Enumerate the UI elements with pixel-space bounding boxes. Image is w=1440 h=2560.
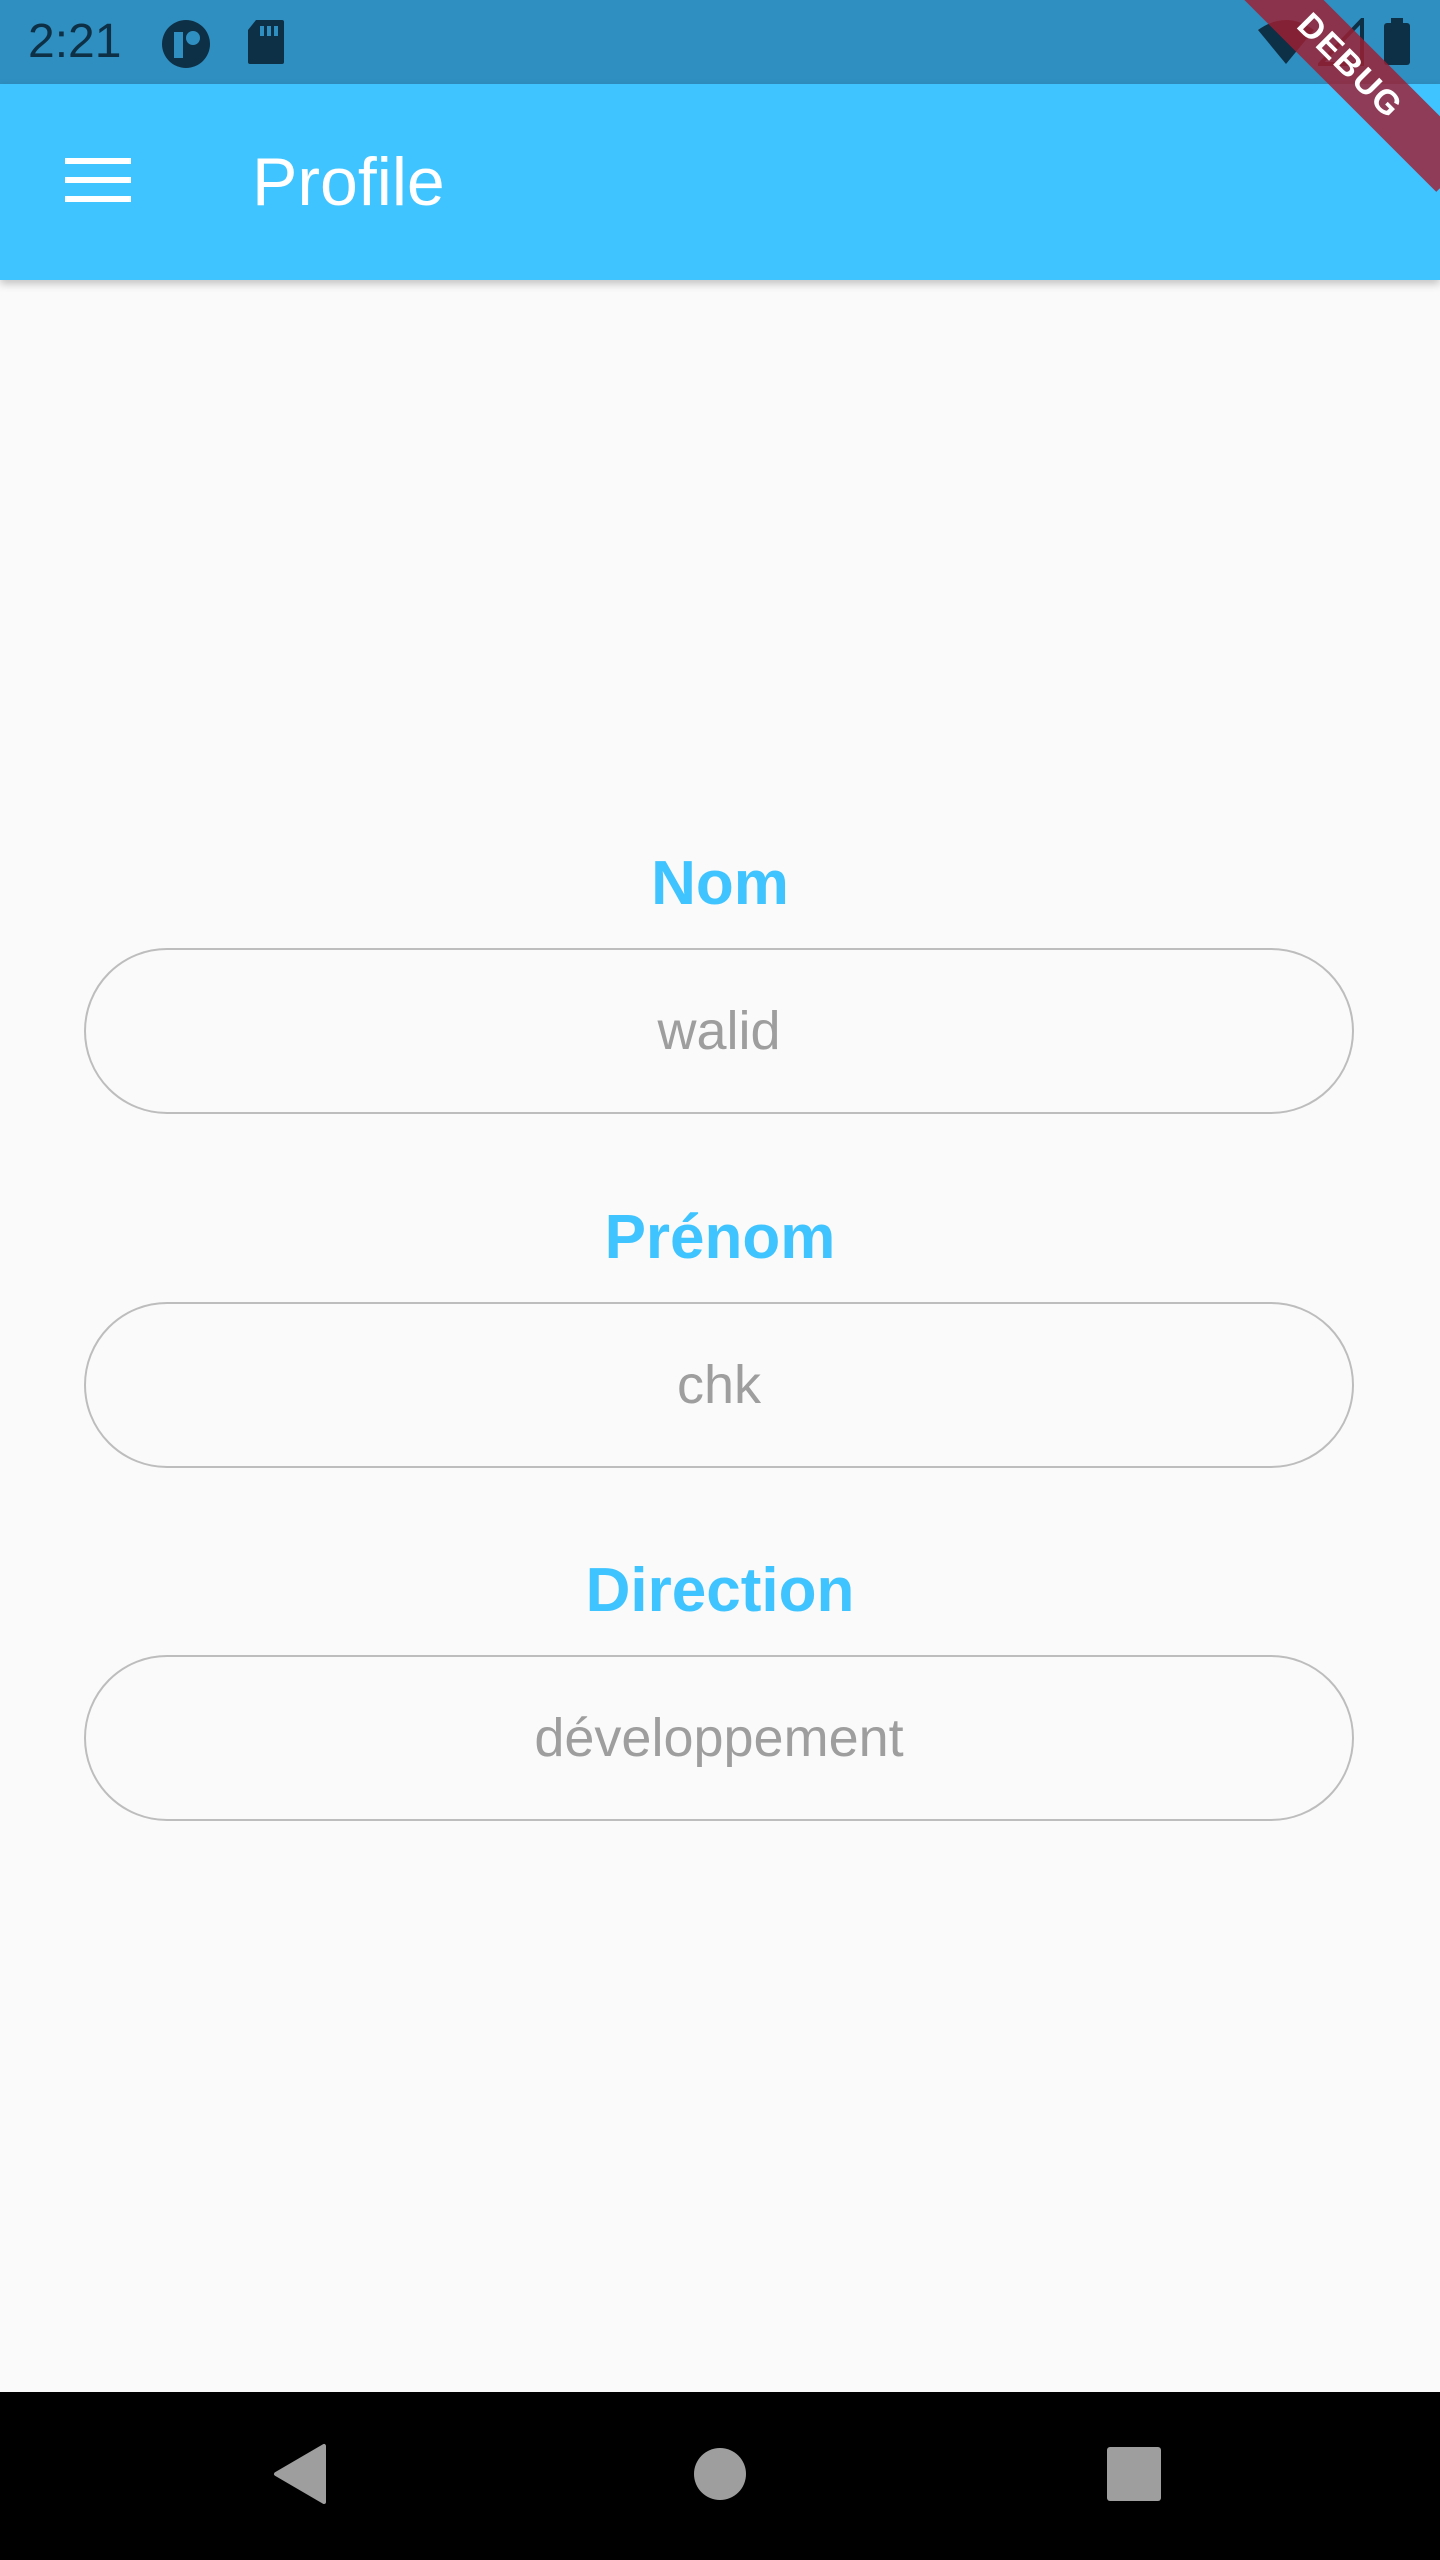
app-notification-icon bbox=[160, 18, 212, 68]
direction-label: Direction bbox=[585, 1556, 855, 1625]
back-icon bbox=[270, 2442, 330, 2511]
status-time: 2:21 bbox=[28, 15, 122, 68]
page-title: Profile bbox=[252, 144, 445, 220]
home-button[interactable] bbox=[670, 2426, 770, 2526]
direction-value: développement bbox=[534, 1708, 904, 1768]
recents-button[interactable] bbox=[1084, 2426, 1184, 2526]
screen: 2:21 Profile DEBUG Nom walid Prénom chk … bbox=[0, 0, 1440, 2560]
navigation-bar bbox=[0, 2392, 1440, 2560]
status-bar: 2:21 bbox=[0, 0, 1440, 84]
prenom-field[interactable]: chk bbox=[84, 1302, 1354, 1468]
nom-field[interactable]: walid bbox=[84, 948, 1354, 1114]
direction-field[interactable]: développement bbox=[84, 1655, 1354, 1821]
app-bar: Profile bbox=[0, 84, 1440, 280]
nom-value: walid bbox=[657, 1001, 781, 1061]
menu-button[interactable] bbox=[40, 132, 156, 232]
back-button[interactable] bbox=[250, 2426, 350, 2526]
battery-icon bbox=[1382, 18, 1412, 66]
prenom-value: chk bbox=[676, 1355, 762, 1415]
home-icon bbox=[692, 2446, 748, 2507]
sd-card-icon bbox=[246, 18, 298, 66]
recents-icon bbox=[1107, 2446, 1161, 2506]
nom-label: Nom bbox=[651, 849, 789, 918]
hamburger-menu-icon bbox=[65, 156, 131, 209]
prenom-label: Prénom bbox=[604, 1203, 836, 1272]
